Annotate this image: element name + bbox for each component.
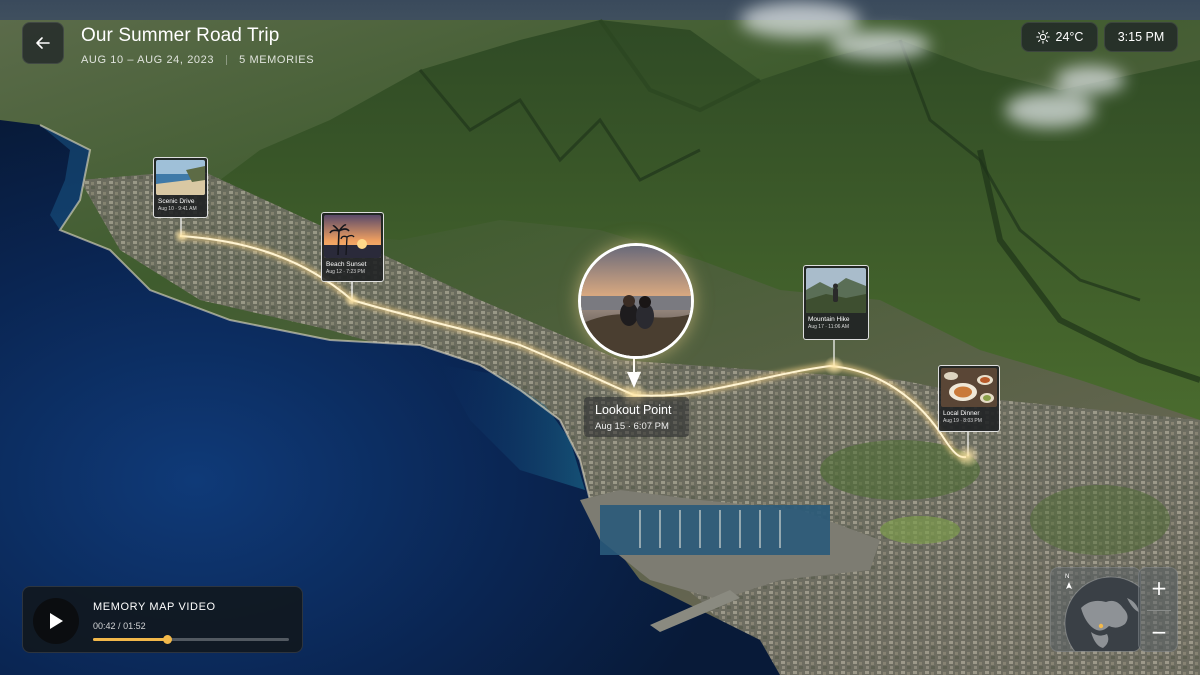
video-time: 00:42 / 01:52 bbox=[93, 621, 146, 631]
memory-name: Local Dinner bbox=[943, 410, 980, 417]
globe-minimap[interactable]: N bbox=[1050, 567, 1141, 652]
memory-name: Scenic Drive bbox=[158, 198, 195, 205]
memory-date: Aug 15 · 6:07 PM bbox=[595, 421, 669, 432]
dinner-photo-icon bbox=[941, 368, 997, 407]
memory-date: Aug 17 · 11:06 AM bbox=[808, 324, 850, 330]
memory-pin-lookout-point[interactable] bbox=[578, 243, 694, 359]
memory-pin-beach-sunset[interactable]: Beach Sunset Aug 12 · 7:23 PM bbox=[321, 212, 384, 282]
video-title: MEMORY MAP VIDEO bbox=[93, 601, 216, 613]
video-elapsed: 00:42 bbox=[93, 621, 116, 631]
beach-photo-icon bbox=[156, 160, 205, 195]
memory-date: Aug 12 · 7:23 PM bbox=[326, 269, 365, 275]
page-title: Our Summer Road Trip bbox=[81, 25, 280, 46]
trip-meta: AUG 10 – AUG 24, 2023 5 MEMORIES bbox=[81, 54, 314, 66]
memory-pin-mountain-hike[interactable]: Mountain Hike Aug 17 · 11:06 AM bbox=[803, 265, 869, 340]
memory-name: Lookout Point bbox=[595, 403, 672, 417]
couple-photo-icon bbox=[581, 246, 691, 356]
zoom-out-button[interactable]: − bbox=[1139, 612, 1179, 652]
arrow-left-icon bbox=[36, 37, 50, 49]
video-scrubber-handle[interactable] bbox=[162, 635, 172, 644]
play-button[interactable] bbox=[33, 598, 79, 644]
memory-video-player: MEMORY MAP VIDEO 00:42 / 01:52 bbox=[22, 586, 303, 653]
globe-icon bbox=[1064, 576, 1140, 651]
hiker-photo-icon bbox=[806, 268, 866, 313]
current-time: 3:15 PM bbox=[1117, 30, 1165, 44]
temperature: 24°C bbox=[1055, 30, 1084, 44]
zoom-in-button[interactable]: + bbox=[1139, 568, 1179, 608]
memory-pin-local-dinner[interactable]: Local Dinner Aug 19 · 8:03 PM bbox=[938, 365, 1000, 432]
video-progress-bar[interactable] bbox=[93, 635, 289, 644]
memory-pin-scenic-drive[interactable]: Scenic Drive Aug 10 · 9:41 AM bbox=[153, 157, 208, 218]
play-icon bbox=[50, 613, 63, 629]
weather-badge: 24°C bbox=[1021, 22, 1098, 52]
back-button[interactable] bbox=[22, 22, 64, 64]
trip-header: Our Summer Road Trip AUG 10 – AUG 24, 20… bbox=[81, 25, 314, 66]
memory-name: Beach Sunset bbox=[326, 261, 367, 268]
video-progress-fill bbox=[93, 638, 167, 641]
memory-name: Mountain Hike bbox=[808, 316, 850, 323]
memory-date: Aug 10 · 9:41 AM bbox=[158, 206, 197, 212]
memory-count: 5 MEMORIES bbox=[239, 54, 315, 66]
lookout-caption: Lookout Point Aug 15 · 6:07 PM bbox=[584, 397, 689, 437]
sunset-photo-icon bbox=[324, 215, 381, 258]
meta-divider bbox=[226, 55, 228, 65]
sun-icon bbox=[1035, 30, 1050, 44]
zoom-controls: + − bbox=[1138, 567, 1178, 652]
trip-dates: AUG 10 – AUG 24, 2023 bbox=[81, 54, 215, 66]
memory-date: Aug 19 · 8:03 PM bbox=[943, 418, 982, 424]
zoom-divider bbox=[1147, 610, 1171, 611]
clock-badge: 3:15 PM bbox=[1104, 22, 1178, 52]
video-duration: 01:52 bbox=[123, 621, 146, 631]
